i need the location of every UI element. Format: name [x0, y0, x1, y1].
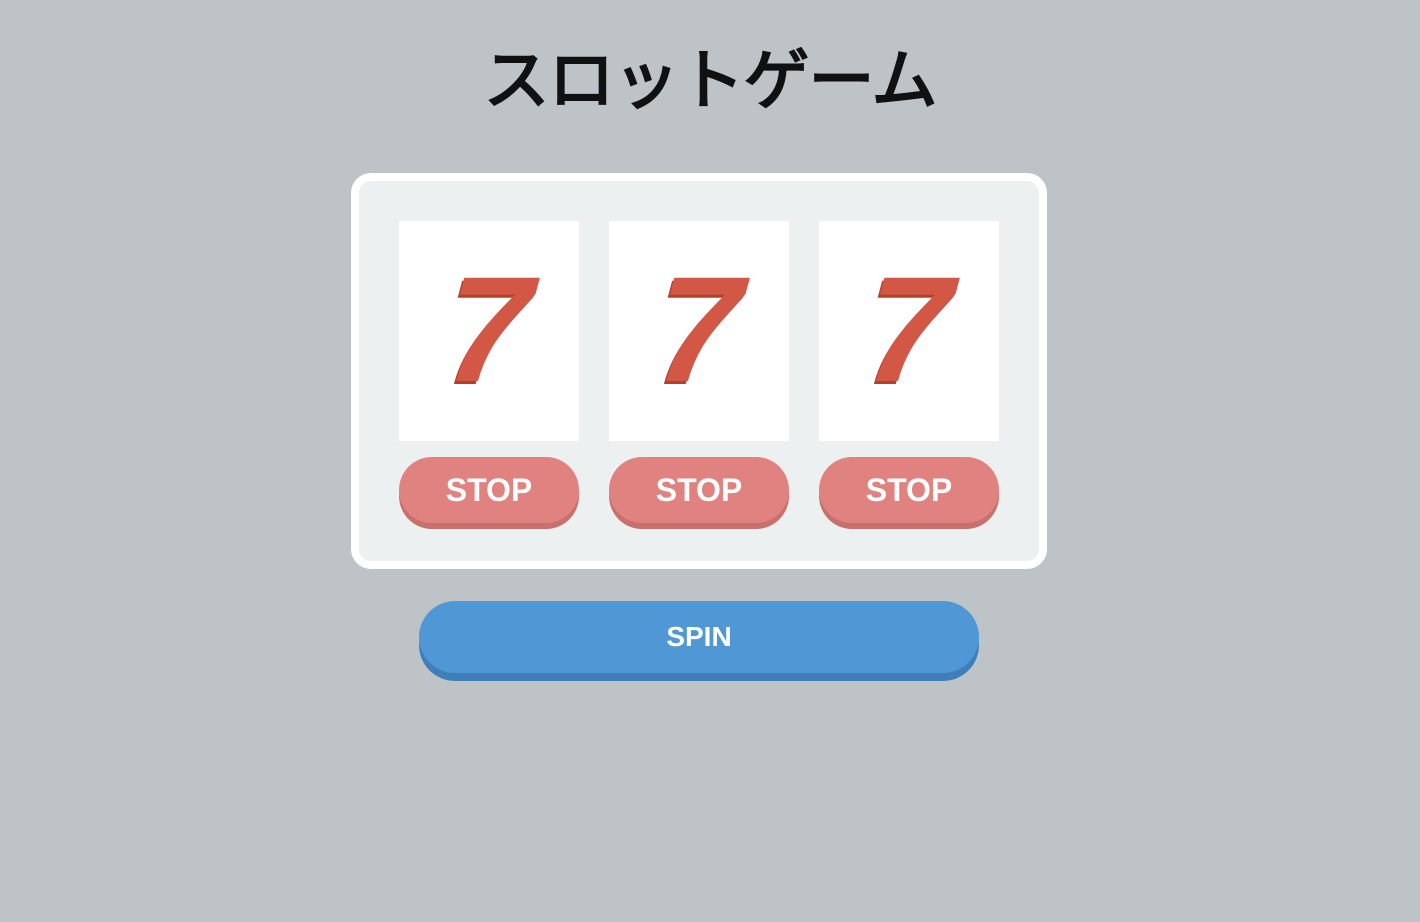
seven-symbol: 7: [861, 245, 957, 413]
stop-button-1[interactable]: STOP: [399, 457, 579, 523]
stop-button-2[interactable]: STOP: [609, 457, 789, 523]
slot-machine: 7 7 7 STOP STOP STOP: [351, 173, 1047, 569]
reel-2: 7: [609, 221, 789, 441]
seven-symbol: 7: [651, 245, 747, 413]
reel-3: 7: [819, 221, 999, 441]
reel-1: 7: [399, 221, 579, 441]
stop-button-3[interactable]: STOP: [819, 457, 999, 523]
spin-button[interactable]: SPIN: [419, 601, 979, 673]
page-title: スロットゲーム: [483, 42, 937, 119]
seven-symbol: 7: [441, 245, 537, 413]
